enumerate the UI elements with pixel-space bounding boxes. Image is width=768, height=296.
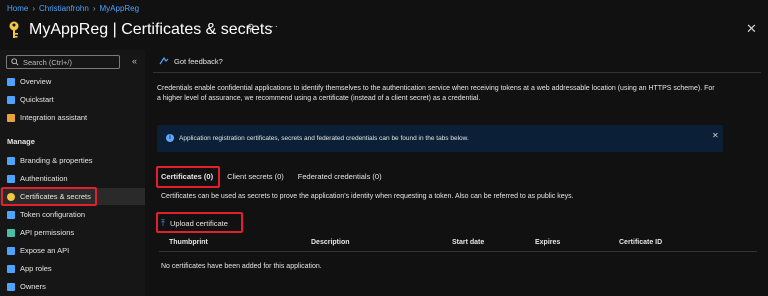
api-permissions-icon: [7, 228, 15, 237]
column-header-start-date: Start date: [452, 239, 485, 246]
sidebar-item-expose-api[interactable]: Expose an API: [0, 242, 145, 259]
tab-client-secrets[interactable]: Client secrets (0): [227, 172, 284, 188]
highlight-box: [1, 187, 97, 206]
sidebar-item-label: Authentication: [20, 174, 68, 183]
column-header-expires: Expires: [535, 239, 561, 246]
sidebar-item-authentication[interactable]: Authentication: [0, 170, 145, 187]
info-banner: i Application registration certificates,…: [157, 125, 723, 152]
sidebar-item-label: Integration assistant: [20, 113, 88, 122]
feedback-button[interactable]: Got feedback?: [159, 56, 223, 66]
pin-icon[interactable]: ⚲: [247, 23, 258, 34]
authentication-icon: [7, 174, 15, 183]
sidebar-item-api-permissions[interactable]: API permissions: [0, 224, 145, 241]
tab-description: Certificates can be used as secrets to p…: [161, 193, 574, 200]
column-header-certificate-id: Certificate ID: [619, 239, 663, 246]
token-icon: [7, 210, 15, 219]
sidebar-item-label: API permissions: [20, 228, 75, 237]
page-description: Credentials enable confidential applicat…: [157, 85, 715, 102]
overview-icon: [7, 77, 15, 86]
close-icon[interactable]: ✕: [712, 131, 719, 140]
title-bar: MyAppReg | Certificates & secrets ⚲ ··· …: [0, 15, 768, 45]
column-header-description: Description: [311, 239, 350, 246]
close-icon[interactable]: ✕: [746, 21, 757, 37]
highlight-box: [156, 212, 243, 233]
branding-icon: [7, 156, 15, 165]
info-banner-text: Application registration certificates, s…: [179, 135, 469, 142]
quickstart-icon: [7, 95, 15, 104]
sidebar: Search (Ctrl+/) « Overview Quickstart In…: [0, 50, 145, 296]
app-roles-icon: [7, 264, 15, 273]
sidebar-item-label: Overview: [20, 77, 52, 86]
more-options-icon[interactable]: ···: [266, 21, 279, 32]
sidebar-item-label: Owners: [20, 282, 46, 291]
sidebar-item-label: Token configuration: [20, 210, 86, 219]
owners-icon: [7, 282, 15, 291]
search-icon: [11, 58, 19, 66]
highlight-box: [156, 166, 220, 188]
key-icon: [9, 21, 19, 38]
chevron-right-icon: ›: [32, 4, 36, 13]
rocket-icon: [7, 113, 15, 122]
chevron-right-icon: ›: [92, 4, 96, 13]
empty-table-message: No certificates have been added for this…: [161, 263, 322, 270]
breadcrumb-tenant[interactable]: Christianfrohn: [39, 4, 89, 13]
sidebar-item-branding[interactable]: Branding & properties: [0, 152, 145, 169]
column-header-thumbprint: Thumbprint: [169, 239, 208, 246]
sidebar-item-label: Expose an API: [20, 246, 70, 255]
breadcrumb-app[interactable]: MyAppReg: [100, 4, 140, 13]
sidebar-item-app-roles[interactable]: App roles: [0, 260, 145, 277]
sidebar-item-token-configuration[interactable]: Token configuration: [0, 206, 145, 223]
main-content: Got feedback? Credentials enable confide…: [145, 50, 768, 296]
collapse-sidebar-icon[interactable]: «: [132, 56, 137, 66]
sidebar-section-manage: Manage: [7, 137, 35, 146]
feedback-icon: [159, 56, 169, 65]
breadcrumb-home[interactable]: Home: [7, 4, 28, 13]
cloud-icon: [7, 246, 15, 255]
sidebar-item-label: Branding & properties: [20, 156, 93, 165]
sidebar-item-label: App roles: [20, 264, 52, 273]
divider: [153, 72, 761, 73]
table-divider: [159, 251, 757, 252]
sidebar-item-label: Quickstart: [20, 95, 54, 104]
sidebar-item-owners[interactable]: Owners: [0, 278, 145, 295]
info-icon: i: [166, 134, 174, 142]
search-input[interactable]: Search (Ctrl+/): [6, 55, 120, 69]
sidebar-item-overview[interactable]: Overview: [0, 73, 145, 90]
feedback-label: Got feedback?: [174, 56, 223, 66]
sidebar-item-integration-assistant[interactable]: Integration assistant: [0, 109, 145, 126]
tab-federated-credentials[interactable]: Federated credentials (0): [298, 172, 382, 188]
breadcrumb: Home › Christianfrohn › MyAppReg: [7, 4, 139, 13]
sidebar-item-quickstart[interactable]: Quickstart: [0, 91, 145, 108]
search-placeholder: Search (Ctrl+/): [23, 58, 72, 67]
page-title: MyAppReg | Certificates & secrets: [29, 21, 273, 38]
